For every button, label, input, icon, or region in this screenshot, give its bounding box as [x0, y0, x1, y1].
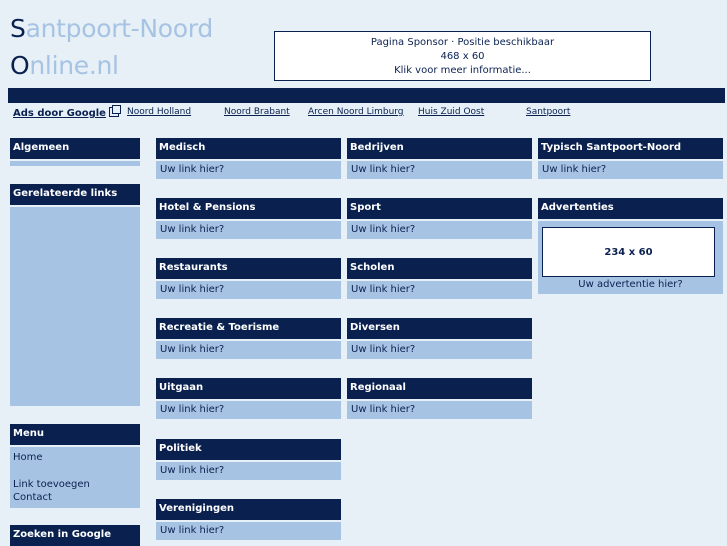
cat-title: Recreatie & Toerisme: [156, 318, 341, 339]
banner-line-1: Pagina Sponsor · Positie beschikbaar: [370, 37, 555, 48]
box-zoeken-title: Zoeken in Google: [10, 525, 140, 546]
ad-placeholder-234x60[interactable]: 234 x 60: [542, 227, 715, 277]
cat-scholen: Scholen Uw link hier?: [347, 258, 532, 299]
cat-link[interactable]: Uw link hier?: [156, 401, 341, 419]
top-bar: [8, 88, 725, 103]
menu-item-contact[interactable]: Contact: [10, 491, 140, 504]
cat-title: Diversen: [347, 318, 532, 339]
ads-by-google-label: Ads door Google: [13, 108, 106, 119]
cat-title: Bedrijven: [347, 138, 532, 159]
box-menu-title: Menu: [10, 424, 140, 445]
cat-sport: Sport Uw link hier?: [347, 198, 532, 239]
cat-title: Sport: [347, 198, 532, 219]
ad-link-santpoort[interactable]: Santpoort: [526, 107, 570, 117]
cat-link[interactable]: Uw link hier?: [347, 401, 532, 419]
cat-title: Regionaal: [347, 378, 532, 399]
banner-line-3: Klik voor meer informatie...: [394, 65, 531, 76]
ad-link[interactable]: Uw advertentie hier?: [538, 277, 723, 294]
cat-title: Hotel & Pensions: [156, 198, 341, 219]
typisch-link[interactable]: Uw link hier?: [538, 161, 723, 179]
box-algemeen: Algemeen: [10, 138, 140, 166]
ad-link-huis-zuid-oost[interactable]: Huis Zuid Oost: [418, 107, 484, 117]
ad-link-noord-brabant[interactable]: Noord Brabant: [224, 107, 290, 117]
logo-cap-o: O: [10, 51, 30, 80]
cat-link[interactable]: Uw link hier?: [156, 462, 341, 480]
cat-title: Uitgaan: [156, 378, 341, 399]
logo-text-1: antpoort-Noord: [25, 14, 214, 43]
box-typisch: Typisch Santpoort-Noord Uw link hier?: [538, 138, 723, 179]
cat-title: Scholen: [347, 258, 532, 279]
cat-title: Verenigingen: [156, 499, 341, 520]
cat-medisch: Medisch Uw link hier?: [156, 138, 341, 179]
cat-link[interactable]: Uw link hier?: [347, 221, 532, 239]
menu-item-link-toevoegen[interactable]: Link toevoegen: [10, 478, 140, 491]
cat-link[interactable]: Uw link hier?: [347, 341, 532, 359]
cat-link[interactable]: Uw link hier?: [156, 281, 341, 299]
box-menu: Menu Home Link toevoegen Contact: [10, 424, 140, 508]
cat-diversen: Diversen Uw link hier?: [347, 318, 532, 359]
ads-bar: Ads door Google Noord Holland Noord Brab…: [0, 103, 727, 123]
external-link-icon: [108, 105, 121, 117]
box-gerelateerde-body: [10, 207, 140, 406]
cat-link[interactable]: Uw link hier?: [156, 522, 341, 540]
box-algemeen-title: Algemeen: [10, 138, 140, 159]
cat-hotel-pensions: Hotel & Pensions Uw link hier?: [156, 198, 341, 239]
cat-politiek: Politiek Uw link hier?: [156, 439, 341, 480]
cat-restaurants: Restaurants Uw link hier?: [156, 258, 341, 299]
ad-link-noord-holland[interactable]: Noord Holland: [127, 107, 191, 117]
box-advertenties: Advertenties 234 x 60 Uw advertentie hie…: [538, 198, 723, 294]
cat-recreatie-toerisme: Recreatie & Toerisme Uw link hier?: [156, 318, 341, 359]
logo-cap-s: S: [10, 14, 26, 43]
ad-link-arcen-noord-limburg[interactable]: Arcen Noord Limburg: [308, 107, 404, 117]
box-gerelateerde-title: Gerelateerde links: [10, 184, 140, 205]
cat-link[interactable]: Uw link hier?: [156, 161, 341, 179]
logo-text-2: nline.nl: [29, 51, 119, 80]
cat-bedrijven: Bedrijven Uw link hier?: [347, 138, 532, 179]
sponsor-banner[interactable]: Pagina Sponsor · Positie beschikbaar 468…: [274, 31, 651, 81]
box-zoeken: Zoeken in Google: [10, 525, 140, 546]
ads-by-google-link[interactable]: Ads door Google: [13, 105, 121, 119]
advertenties-body: 234 x 60 Uw advertentie hier?: [538, 221, 723, 294]
box-advertenties-title: Advertenties: [538, 198, 723, 219]
cat-link[interactable]: Uw link hier?: [347, 281, 532, 299]
box-gerelateerde-links: Gerelateerde links: [10, 184, 140, 406]
cat-uitgaan: Uitgaan Uw link hier?: [156, 378, 341, 419]
cat-link[interactable]: Uw link hier?: [156, 341, 341, 359]
cat-link[interactable]: Uw link hier?: [156, 221, 341, 239]
box-algemeen-body: [10, 161, 140, 166]
menu-list: Home Link toevoegen Contact: [10, 447, 140, 508]
banner-size: 468 x 60: [440, 51, 485, 62]
cat-title: Restaurants: [156, 258, 341, 279]
cat-title: Politiek: [156, 439, 341, 460]
cat-verenigingen: Verenigingen Uw link hier?: [156, 499, 341, 540]
site-logo[interactable]: Santpoort-Noord Online.nl: [10, 10, 213, 84]
cat-regionaal: Regionaal Uw link hier?: [347, 378, 532, 419]
cat-link[interactable]: Uw link hier?: [347, 161, 532, 179]
cat-title: Medisch: [156, 138, 341, 159]
box-typisch-title: Typisch Santpoort-Noord: [538, 138, 723, 159]
menu-item-home[interactable]: Home: [10, 451, 140, 464]
